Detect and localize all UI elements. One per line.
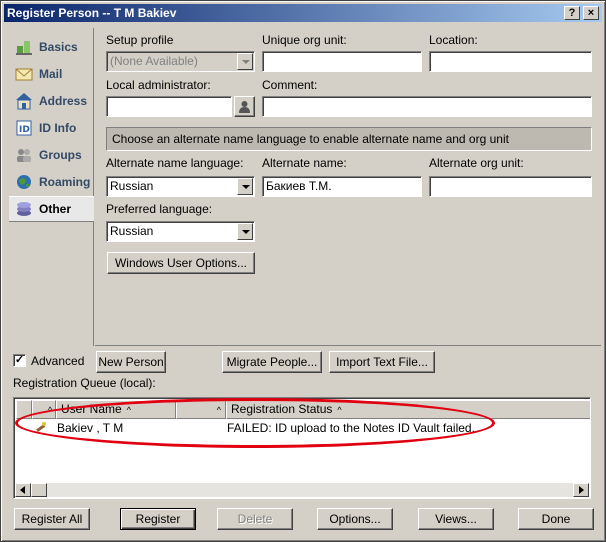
- options-button[interactable]: Options...: [317, 508, 393, 530]
- scroll-left-button[interactable]: [15, 483, 31, 497]
- sidebar-item-other[interactable]: Other: [9, 196, 94, 222]
- id-info-icon: ID: [15, 119, 33, 137]
- done-button[interactable]: Done: [518, 508, 594, 530]
- registration-queue-label: Registration Queue (local):: [13, 376, 156, 390]
- local-administrator-field[interactable]: [106, 96, 232, 117]
- register-all-button[interactable]: Register All: [14, 508, 90, 530]
- location-field[interactable]: [429, 51, 592, 72]
- sidebar-item-label: Address: [39, 94, 88, 108]
- alternate-name-language-value: Russian: [110, 179, 154, 193]
- alternate-org-unit-field[interactable]: [429, 176, 592, 197]
- preferred-language-value: Russian: [110, 224, 154, 238]
- views-button[interactable]: Views...: [418, 508, 494, 530]
- close-button[interactable]: ×: [583, 6, 599, 20]
- comment-field[interactable]: [262, 96, 592, 117]
- chevron-down-icon[interactable]: [237, 223, 253, 240]
- windows-user-options-button[interactable]: Windows User Options...: [107, 252, 255, 274]
- window-title: Register Person -- T M Bakiev: [7, 6, 177, 20]
- sidebar-item-label: Other: [39, 202, 72, 216]
- alternate-name-field[interactable]: Бакиев Т.М.: [262, 176, 422, 197]
- advanced-checkbox[interactable]: ✓: [13, 354, 26, 367]
- help-button[interactable]: ?: [564, 6, 580, 20]
- migrate-people-button[interactable]: Migrate People...: [222, 351, 322, 373]
- preferred-language-dropdown[interactable]: Russian: [106, 221, 255, 242]
- alternate-name-language-dropdown[interactable]: Russian: [106, 176, 255, 197]
- scroll-right-button[interactable]: [573, 483, 589, 497]
- other-icon: [15, 200, 33, 218]
- arrow-left-icon: [20, 486, 25, 494]
- alternate-org-unit-label: Alternate org unit:: [429, 156, 524, 170]
- sidebar-item-label: Roaming: [39, 175, 91, 189]
- svg-text:ID: ID: [19, 125, 30, 135]
- new-person-button[interactable]: New Person: [96, 351, 166, 373]
- sidebar-item-roaming[interactable]: Roaming: [9, 169, 94, 195]
- delete-button[interactable]: Delete: [217, 508, 293, 530]
- groups-icon: [15, 146, 33, 164]
- unique-org-unit-field[interactable]: [262, 51, 422, 72]
- unique-org-unit-label: Unique org unit:: [262, 33, 347, 47]
- sidebar-item-groups[interactable]: Groups: [9, 142, 94, 168]
- address-book-button[interactable]: [234, 96, 255, 117]
- arrow-right-icon: [579, 486, 584, 494]
- title-bar: Register Person -- T M Bakiev ? ×: [4, 4, 602, 22]
- sidebar-item-label: Mail: [39, 67, 63, 81]
- chevron-down-icon[interactable]: [237, 178, 253, 195]
- location-label: Location:: [429, 33, 478, 47]
- advanced-label: Advanced: [31, 354, 85, 368]
- import-text-file-button[interactable]: Import Text File...: [329, 351, 435, 373]
- local-administrator-label: Local administrator:: [106, 78, 211, 92]
- register-button[interactable]: Register: [120, 508, 196, 530]
- sidebar-item-mail[interactable]: Mail: [9, 61, 94, 87]
- person-icon: [239, 101, 250, 113]
- sidebar-item-basics[interactable]: Basics: [9, 34, 94, 60]
- chevron-down-icon[interactable]: [237, 53, 253, 70]
- highlight-annotation: [15, 398, 495, 448]
- alternate-name-language-label: Alternate name language:: [106, 156, 244, 170]
- sidebar-item-address[interactable]: Address: [9, 88, 94, 114]
- scroll-thumb[interactable]: [31, 483, 47, 497]
- horizontal-scrollbar[interactable]: [15, 483, 589, 497]
- sidebar-item-label: ID Info: [39, 121, 77, 135]
- setup-profile-label: Setup profile: [106, 33, 174, 47]
- alternate-name-info-bar: Choose an alternate name language to ena…: [106, 127, 592, 151]
- alternate-name-label: Alternate name:: [262, 156, 347, 170]
- mail-icon: [15, 65, 33, 83]
- sidebar-item-label: Basics: [39, 40, 78, 54]
- register-person-dialog: Register Person -- T M Bakiev ? × Basics…: [0, 0, 606, 542]
- roaming-icon: [15, 173, 33, 191]
- comment-label: Comment:: [262, 78, 318, 92]
- preferred-language-label: Preferred language:: [106, 202, 213, 216]
- address-icon: [15, 92, 33, 110]
- sidebar-item-label: Groups: [39, 148, 82, 162]
- setup-profile-dropdown[interactable]: (None Available): [106, 51, 255, 72]
- sidebar-item-id-info[interactable]: ID ID Info: [9, 115, 94, 141]
- basics-icon: [15, 38, 33, 56]
- setup-profile-value: (None Available): [110, 54, 198, 68]
- sidebar: Basics Mail Address ID ID Info Groups Ro…: [7, 28, 94, 346]
